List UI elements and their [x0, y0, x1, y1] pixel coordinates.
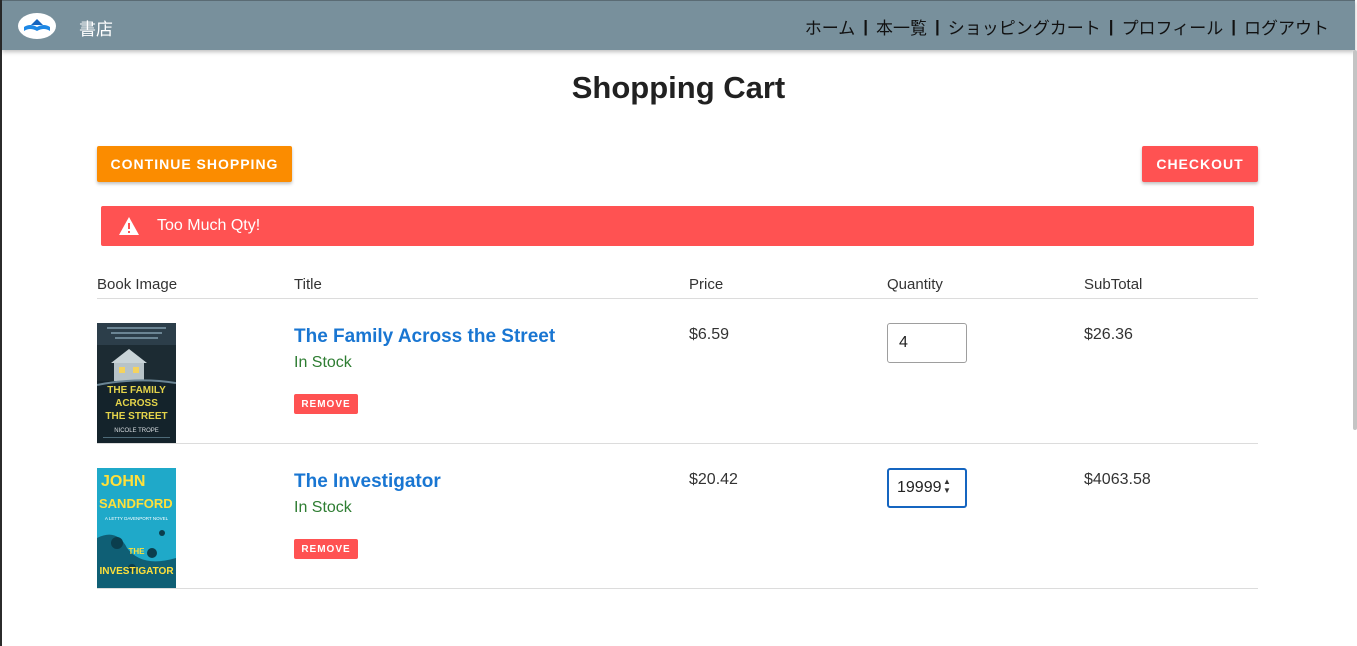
subtotal-value: $4063.58	[1084, 471, 1151, 488]
cover-author: JOHN	[101, 473, 145, 490]
nav-separator: |	[1108, 16, 1114, 36]
cover-title-line: THE	[129, 547, 146, 556]
page-scrollbar[interactable]	[1353, 50, 1357, 430]
col-header-price: Price	[689, 276, 724, 293]
book-title-link[interactable]: The Investigator	[294, 471, 441, 493]
row-divider	[97, 588, 1258, 589]
price-value: $20.42	[689, 471, 738, 488]
book-title-link[interactable]: The Family Across the Street	[294, 326, 555, 348]
price-value: $6.59	[689, 326, 730, 343]
col-header-title: Title	[294, 276, 322, 293]
cover-title-line: INVESTIGATOR	[99, 566, 174, 577]
remove-button[interactable]: REMOVE	[294, 394, 358, 414]
nav-home[interactable]: ホーム	[805, 14, 856, 39]
cover-author: NICOLE TROPE	[114, 428, 159, 434]
col-header-book-image: Book Image	[97, 276, 178, 293]
nav-menu: ホーム | 本一覧 | ショッピングカート | プロフィール | ログアウト	[805, 14, 1329, 39]
page-title: Shopping Cart	[571, 70, 786, 105]
brand-name[interactable]: 書店	[79, 15, 113, 40]
quantity-input[interactable]	[887, 468, 967, 508]
cover-author: SANDFORD	[99, 496, 173, 511]
error-alert: Too Much Qty!	[101, 206, 1254, 246]
cover-title-line: THE FAMILY	[107, 385, 166, 396]
col-header-quantity: Quantity	[887, 276, 943, 293]
col-header-subtotal: SubTotal	[1084, 276, 1143, 293]
spin-up-icon[interactable]: ▲	[942, 477, 952, 486]
cover-title-line: THE STREET	[105, 411, 167, 422]
top-navbar: 書店 ホーム | 本一覧 | ショッピングカート | プロフィール | ログアウ…	[2, 0, 1355, 50]
nav-book-list[interactable]: 本一覧	[876, 14, 927, 39]
stock-status: In Stock	[294, 354, 352, 371]
warning-icon	[118, 216, 140, 236]
header-divider	[97, 298, 1258, 299]
alert-message: Too Much Qty!	[157, 217, 261, 234]
book-cover-image: JOHN SANDFORD A LETTY DAVENPORT NOVEL TH…	[97, 468, 176, 588]
row-divider	[97, 443, 1258, 444]
remove-button[interactable]: REMOVE	[294, 539, 358, 559]
continue-shopping-button[interactable]: CONTINUE SHOPPING	[97, 146, 292, 182]
cover-title-line: ACROSS	[115, 398, 158, 409]
nav-logout[interactable]: ログアウト	[1244, 14, 1329, 39]
nav-separator: |	[863, 16, 869, 36]
quantity-spinner[interactable]: ▲ ▼	[942, 477, 952, 497]
book-cover-image: THE FAMILY ACROSS THE STREET NICOLE TROP…	[97, 323, 176, 443]
subtotal-value: $26.36	[1084, 326, 1133, 343]
nav-profile[interactable]: プロフィール	[1122, 14, 1224, 39]
nav-separator: |	[935, 16, 940, 36]
logo-icon[interactable]	[18, 13, 56, 39]
nav-separator: |	[1231, 16, 1236, 36]
nav-shopping-cart[interactable]: ショッピングカート	[948, 14, 1101, 39]
checkout-button[interactable]: CHECKOUT	[1142, 146, 1258, 182]
spin-down-icon[interactable]: ▼	[942, 486, 952, 495]
quantity-input[interactable]	[887, 323, 967, 363]
stock-status: In Stock	[294, 499, 352, 516]
cover-subtitle: A LETTY DAVENPORT NOVEL	[105, 516, 169, 521]
